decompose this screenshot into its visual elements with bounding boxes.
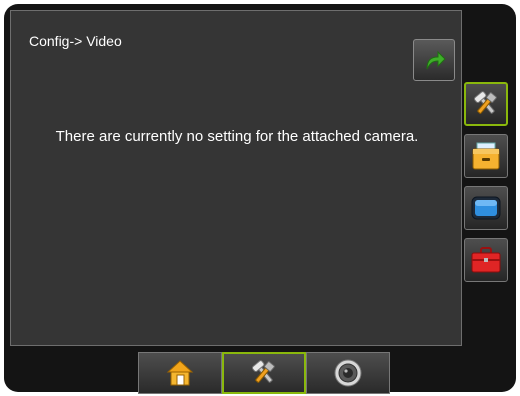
home-icon [165,358,195,388]
tab-camera[interactable] [306,352,390,394]
tab-setup[interactable] [222,352,306,394]
camera-icon [332,357,364,389]
file-drawer-icon [470,141,502,171]
back-button[interactable] [413,39,455,81]
main-panel: Config-> Video There are currently no se… [10,10,462,346]
toolbox-icon [470,246,502,274]
status-message: There are currently no setting for the a… [55,128,419,145]
sidebar-tools-button[interactable] [464,238,508,282]
sidebar-data-button[interactable] [464,134,508,178]
display-icon [470,194,502,222]
tab-home[interactable] [138,352,222,394]
sidebar-display-button[interactable] [464,186,508,230]
return-arrow-icon [421,47,447,73]
tools-icon [469,89,503,119]
sidebar-setup-button[interactable] [464,82,508,126]
tools-icon [247,358,281,388]
page-title: Config-> Video [29,33,122,49]
